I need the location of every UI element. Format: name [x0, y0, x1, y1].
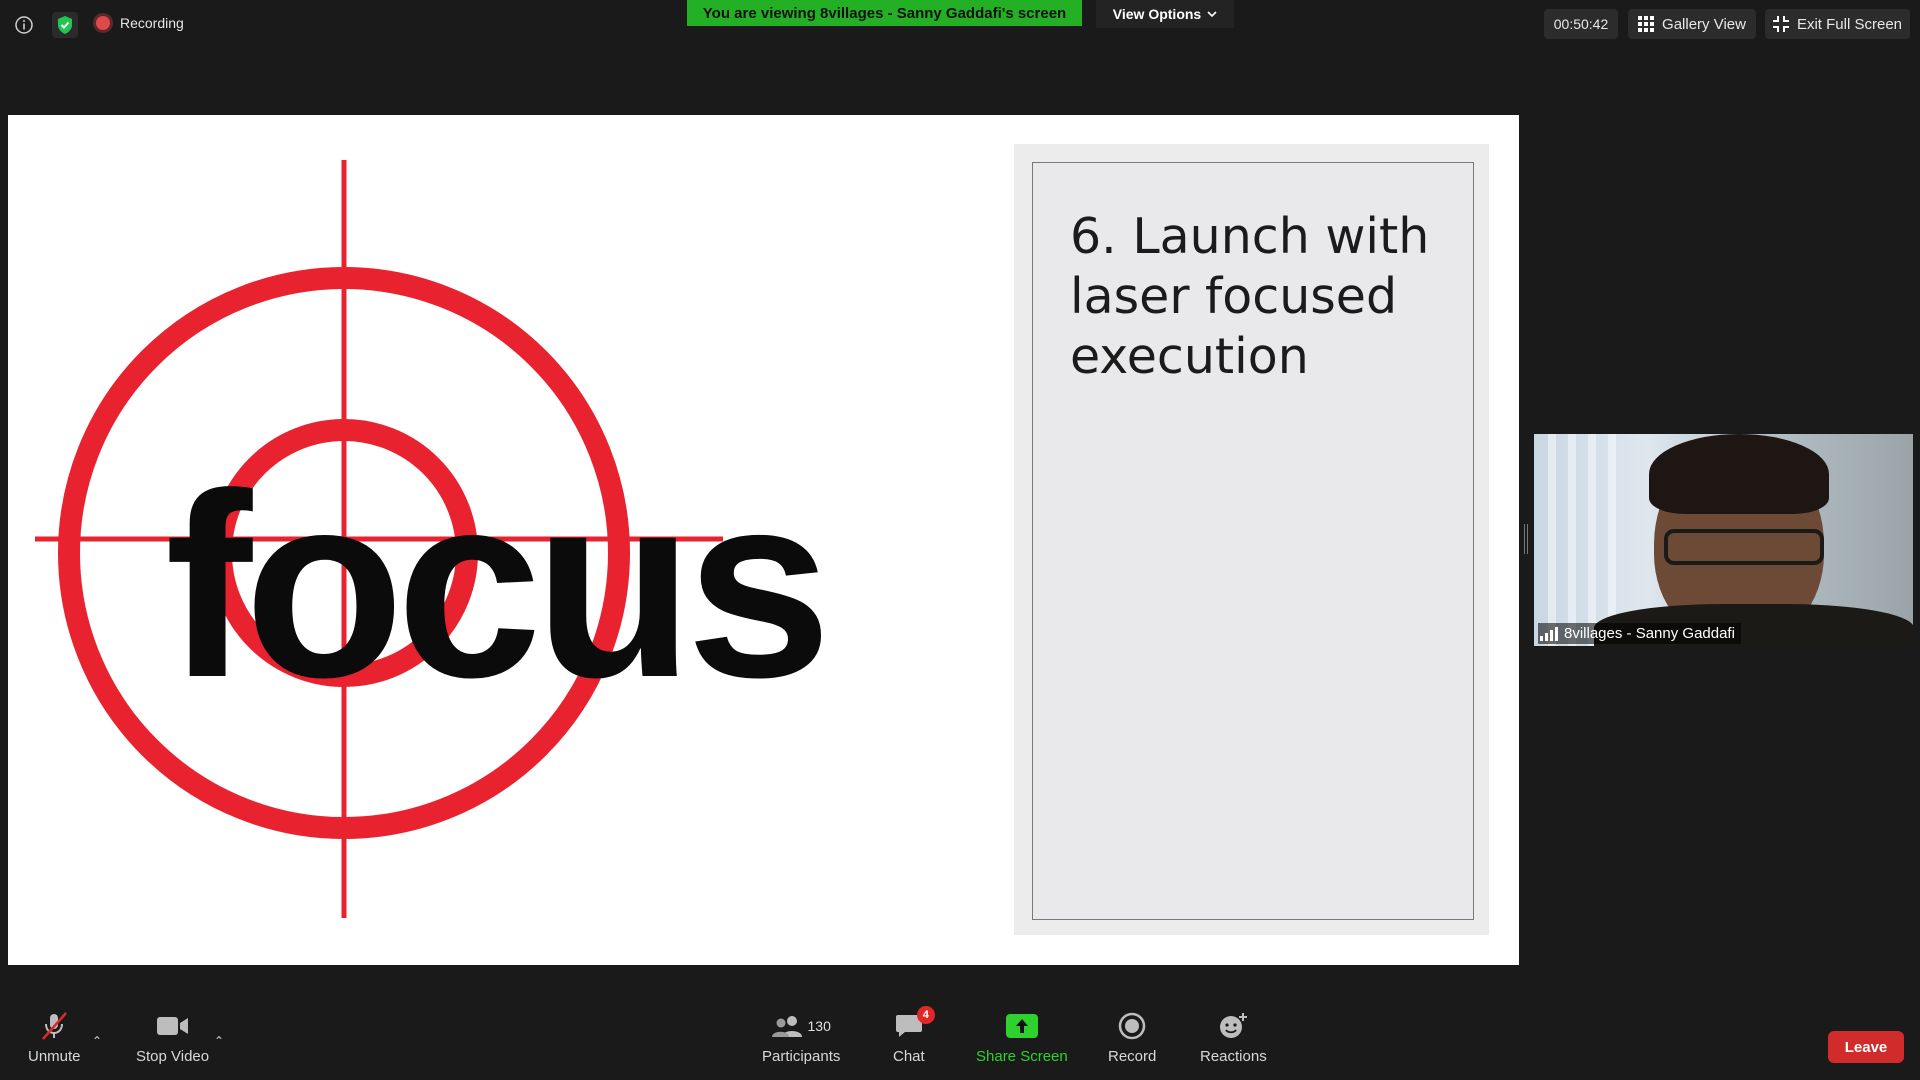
participant-name-tag: 8villages - Sanny Gaddafi: [1538, 623, 1741, 644]
resize-handle[interactable]: [1524, 524, 1528, 554]
stop-video-label: Stop Video: [136, 1048, 210, 1065]
chat-label: Chat: [893, 1048, 925, 1065]
exit-full-screen-button[interactable]: Exit Full Screen: [1765, 9, 1910, 39]
participants-label: Participants: [762, 1048, 841, 1065]
share-arrow-icon: [1005, 1008, 1038, 1044]
focus-word: focus: [165, 439, 832, 732]
participants-icon-wrap: 130: [771, 1008, 831, 1044]
video-options-caret[interactable]: ⌃: [214, 1034, 224, 1048]
participants-icon: [771, 1016, 802, 1037]
participant-glasses: [1664, 529, 1824, 565]
share-screen-button[interactable]: Share Screen: [976, 1008, 1068, 1065]
reactions-button[interactable]: Reactions: [1200, 1008, 1267, 1065]
record-label: Record: [1108, 1048, 1157, 1065]
participant-name: 8villages - Sanny Gaddafi: [1564, 625, 1735, 642]
gallery-view-label: Gallery View: [1662, 15, 1746, 33]
grid-icon: [1638, 16, 1655, 32]
window-blind: [1548, 434, 1556, 646]
reactions-icon: [1218, 1008, 1248, 1044]
slide-title: 6. Launch with laser focused execution: [1070, 208, 1430, 385]
signal-bars-icon: [1540, 626, 1558, 641]
participants-count: 130: [807, 1018, 831, 1034]
recording-label: Recording: [120, 15, 184, 31]
mic-muted-icon: [39, 1008, 69, 1044]
recording-dot-icon: [96, 16, 110, 30]
chevron-down-icon: [1207, 11, 1217, 18]
view-options-label: View Options: [1112, 6, 1202, 22]
exit-fullscreen-icon: [1772, 16, 1789, 32]
top-bar: Recording You are viewing 8villages - Sa…: [0, 0, 1920, 52]
chat-badge: 4: [916, 1006, 935, 1024]
meeting-timer: 00:50:42: [1544, 9, 1618, 39]
record-button[interactable]: Record: [1108, 1008, 1156, 1065]
leave-button[interactable]: Leave: [1828, 1031, 1904, 1063]
unmute-button[interactable]: Unmute: [28, 1008, 81, 1065]
viewing-banner: You are viewing 8villages - Sanny Gaddaf…: [687, 0, 1082, 26]
exit-full-screen-label: Exit Full Screen: [1796, 15, 1903, 33]
info-icon[interactable]: [11, 12, 37, 38]
gallery-view-button[interactable]: Gallery View: [1628, 9, 1756, 39]
view-options-button[interactable]: View Options: [1096, 0, 1234, 28]
meeting-toolbar: Unmute ⌃ Stop Video ⌃ 130 Participants 4…: [0, 1006, 1920, 1080]
record-icon: [1118, 1008, 1146, 1044]
shared-screen: focus 6. Launch with laser focused execu…: [8, 115, 1519, 965]
window-blind: [1568, 434, 1576, 646]
participant-video[interactable]: 8villages - Sanny Gaddafi: [1534, 434, 1913, 646]
participants-button[interactable]: 130 Participants: [762, 1008, 840, 1065]
window-blind: [1588, 434, 1596, 646]
unmute-label: Unmute: [28, 1048, 81, 1065]
chat-button[interactable]: 4 Chat: [893, 1006, 935, 1065]
recording-indicator[interactable]: Recording: [96, 15, 184, 31]
chat-icon-wrap: 4: [895, 1006, 935, 1044]
reactions-label: Reactions: [1200, 1048, 1267, 1065]
video-camera-icon: [156, 1008, 189, 1044]
participant-hair: [1649, 434, 1829, 514]
audio-options-caret[interactable]: ⌃: [92, 1034, 102, 1048]
stop-video-button[interactable]: Stop Video: [136, 1008, 209, 1065]
share-screen-label: Share Screen: [976, 1048, 1068, 1065]
shield-check-icon[interactable]: [52, 12, 78, 38]
